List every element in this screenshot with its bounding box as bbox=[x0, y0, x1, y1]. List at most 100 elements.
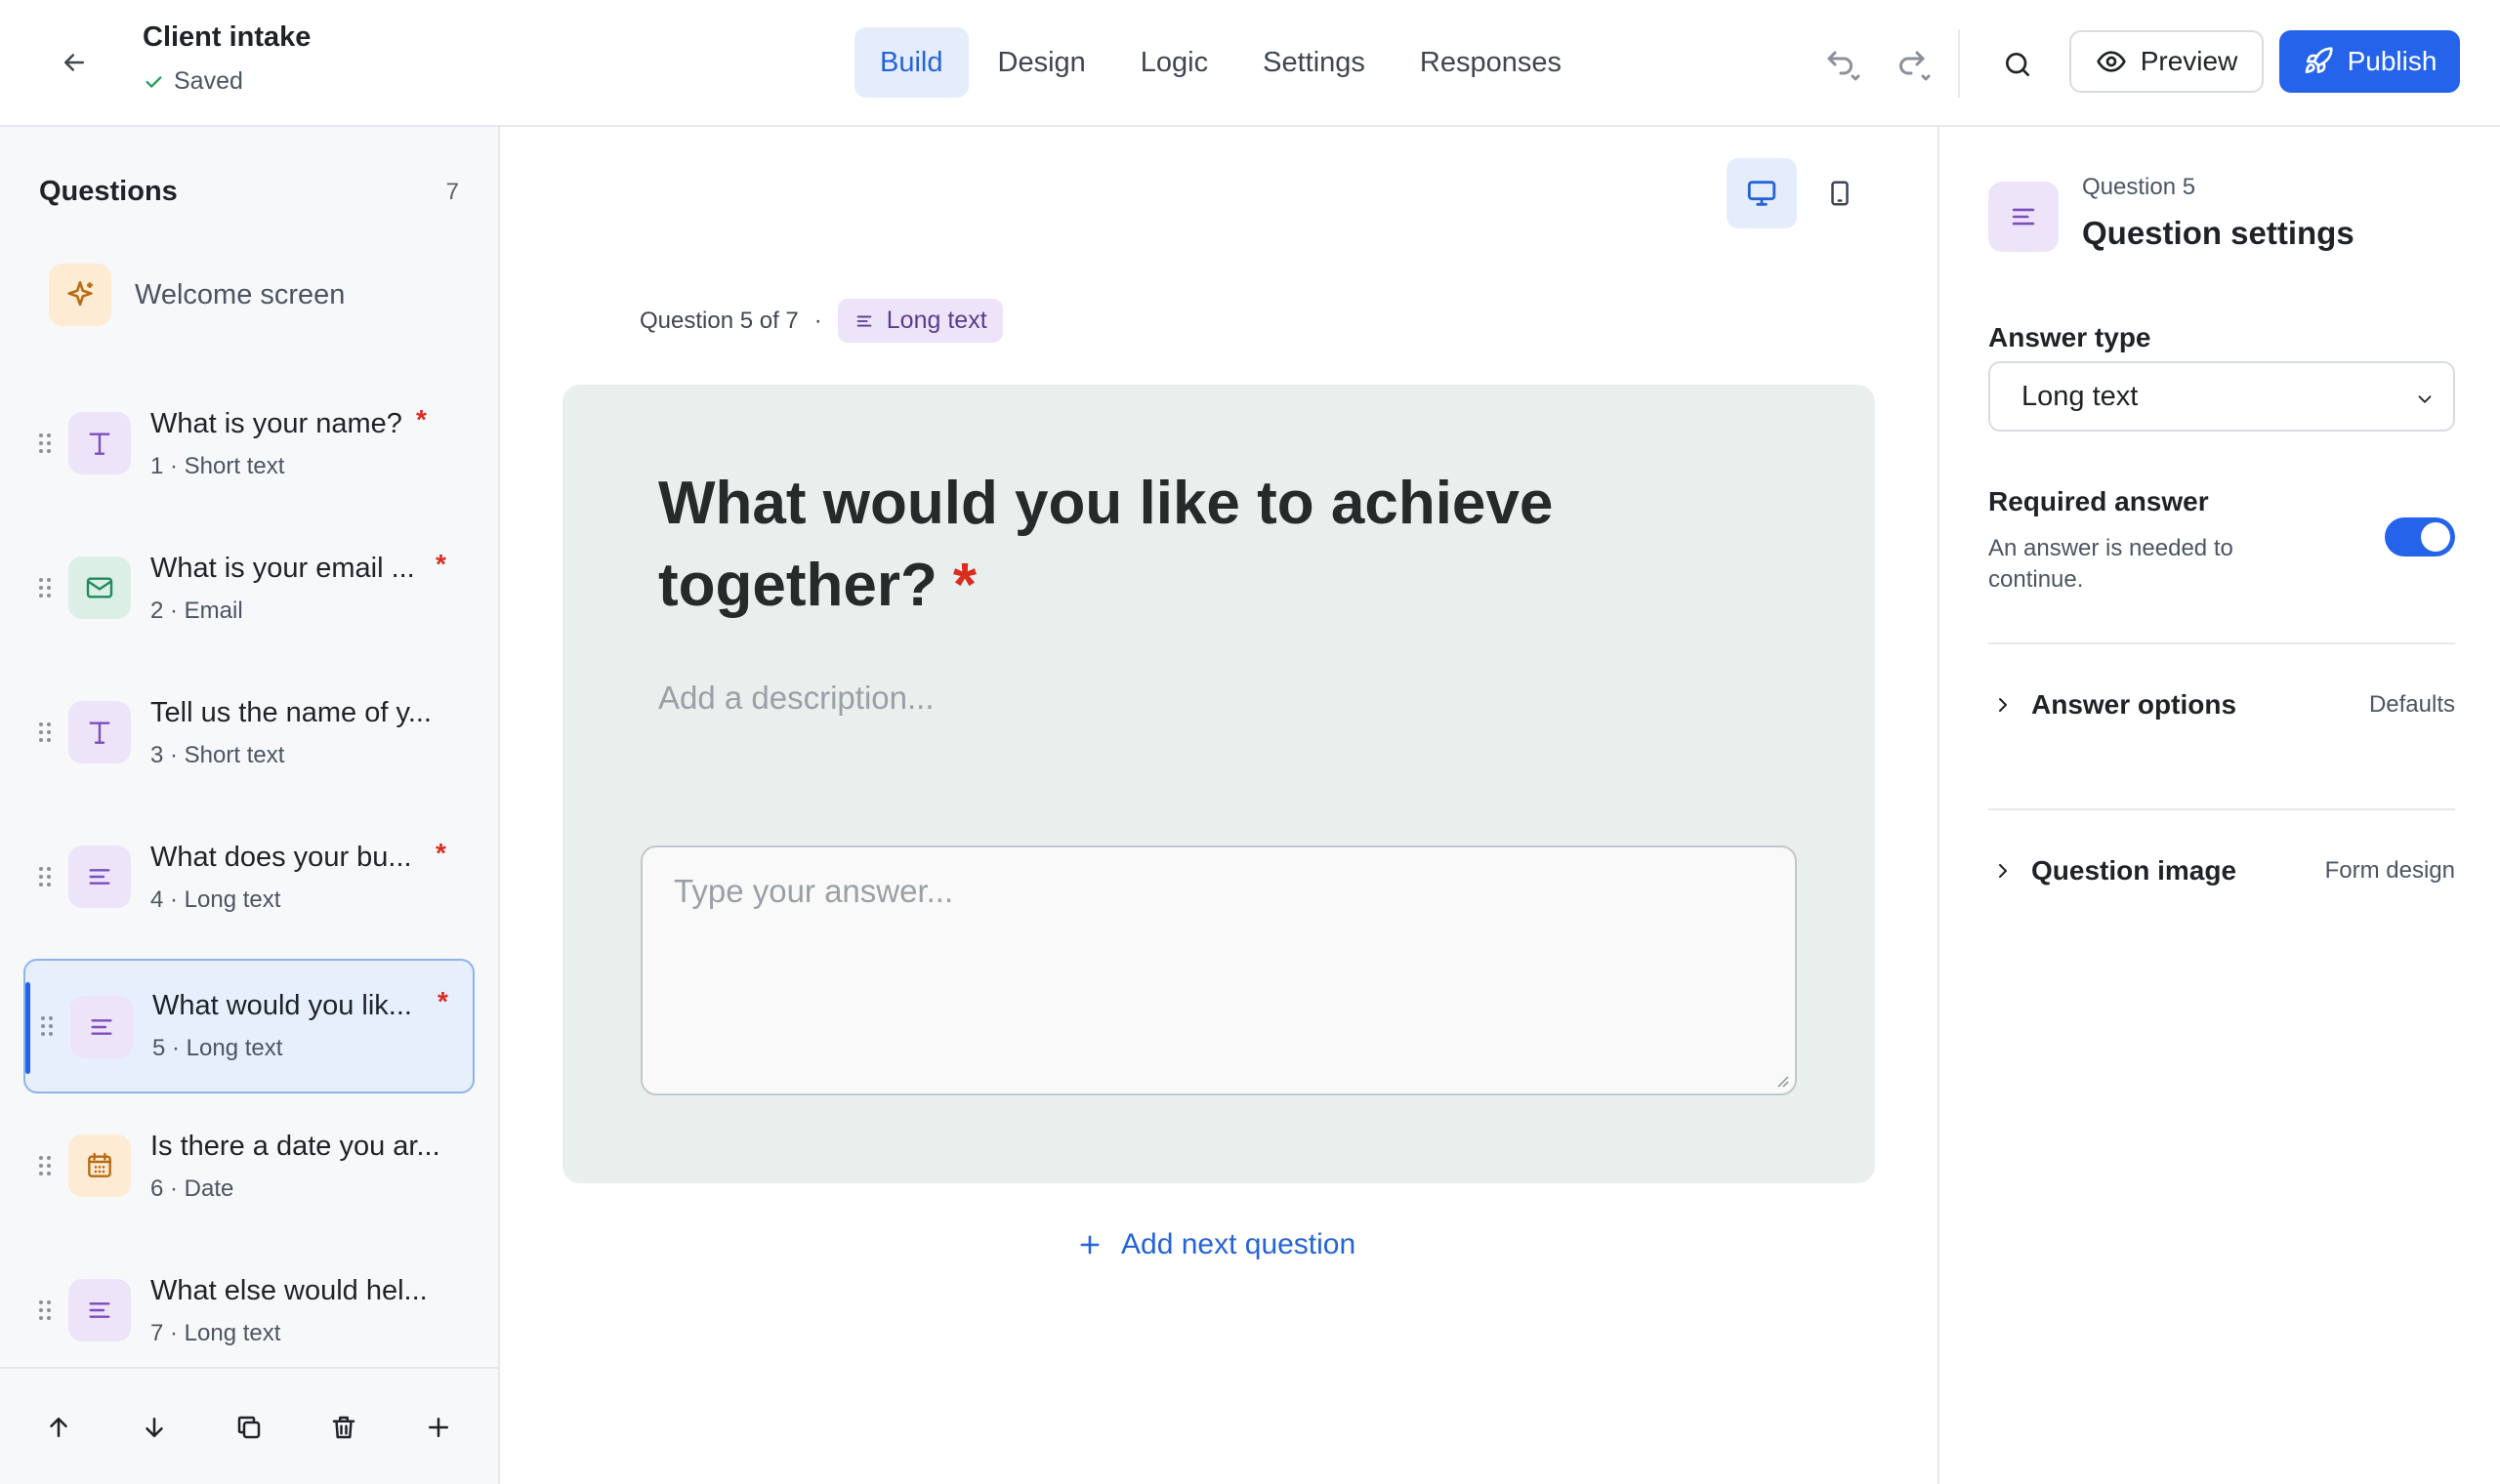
settings-title: Question settings bbox=[2082, 215, 2354, 251]
delete-button[interactable] bbox=[320, 1404, 367, 1451]
long-text-icon bbox=[1988, 182, 2059, 252]
mobile-view-button[interactable] bbox=[1805, 158, 1875, 228]
header-divider bbox=[1958, 29, 1960, 98]
question-item-5[interactable]: What would you lik... * 5 · Long text bbox=[23, 959, 475, 1093]
redo-icon bbox=[1899, 51, 1931, 81]
question-title: What is your name? bbox=[150, 408, 402, 439]
question-title: What would you lik... bbox=[152, 990, 412, 1021]
sparkle-icon bbox=[49, 264, 111, 326]
long-text-icon bbox=[856, 315, 872, 326]
drag-handle-icon[interactable] bbox=[37, 1298, 53, 1322]
long-text-icon bbox=[68, 845, 131, 908]
eye-icon bbox=[2096, 51, 2126, 72]
description-field[interactable]: Add a description... bbox=[658, 680, 935, 717]
question-title: What is your email ... bbox=[150, 553, 415, 584]
question-subtitle: 6 · Date bbox=[150, 1175, 234, 1202]
tab-build[interactable]: Build bbox=[854, 27, 969, 98]
preview-button[interactable]: Preview bbox=[2069, 30, 2264, 93]
back-button[interactable] bbox=[51, 43, 98, 82]
undo-button[interactable] bbox=[1818, 39, 1869, 90]
long-text-icon bbox=[68, 1279, 131, 1341]
chevron-right-icon bbox=[1999, 864, 2007, 878]
question-title: What does your bu... bbox=[150, 842, 412, 873]
smartphone-icon bbox=[1831, 181, 1849, 206]
question-subtitle: 5 · Long text bbox=[152, 1035, 283, 1061]
drag-handle-icon[interactable] bbox=[37, 1154, 53, 1177]
add-next-question-button[interactable]: Add next question bbox=[1076, 1228, 1355, 1261]
required-mark: * bbox=[416, 404, 427, 434]
sidebar-header: Questions 7 bbox=[39, 176, 459, 208]
required-answer-help: An answer is needed to continue. bbox=[1988, 535, 2233, 593]
move-up-button[interactable] bbox=[35, 1404, 82, 1451]
question-heading[interactable]: What would you like to achieve together?… bbox=[658, 463, 1635, 627]
arrow-down-icon bbox=[146, 1418, 163, 1437]
text-type-icon bbox=[68, 701, 131, 763]
top-bar: Client intake Saved Build Design Logic S… bbox=[0, 0, 2500, 127]
tab-responses[interactable]: Responses bbox=[1395, 27, 1587, 98]
tab-logic[interactable]: Logic bbox=[1115, 27, 1233, 98]
sidebar-toolbar bbox=[0, 1367, 498, 1484]
duplicate-button[interactable] bbox=[226, 1404, 272, 1451]
required-mark: * bbox=[436, 549, 446, 579]
publish-label: Publish bbox=[2347, 46, 2438, 76]
answer-type-select[interactable]: Long text bbox=[1988, 361, 2455, 432]
answer-placeholder: Type your answer... bbox=[674, 873, 954, 909]
welcome-label: Welcome screen bbox=[135, 278, 346, 310]
main-tabs: Build Design Logic Settings Responses bbox=[854, 27, 1587, 98]
question-item-4[interactable]: What does your bu... * 4 · Long text bbox=[23, 808, 475, 945]
move-down-button[interactable] bbox=[131, 1404, 178, 1451]
calendar-icon bbox=[68, 1134, 131, 1197]
arrow-up-icon bbox=[50, 1418, 67, 1437]
tab-settings[interactable]: Settings bbox=[1237, 27, 1391, 98]
question-settings-panel: Question 5 Question settings Answer type… bbox=[1938, 127, 2500, 1484]
question-item-7[interactable]: What else would hel... 7 · Long text bbox=[23, 1242, 475, 1379]
undo-icon bbox=[1827, 51, 1860, 81]
question-title: Tell us the name of y... bbox=[150, 697, 432, 728]
check-icon bbox=[146, 75, 162, 88]
question-image-value: Form design bbox=[2324, 857, 2455, 884]
add-question-button[interactable] bbox=[415, 1404, 462, 1451]
drag-handle-icon[interactable] bbox=[37, 865, 53, 888]
desktop-view-button[interactable] bbox=[1727, 158, 1797, 228]
publish-button[interactable]: Publish bbox=[2279, 30, 2460, 93]
required-mark: * bbox=[436, 838, 446, 868]
answer-textarea[interactable]: Type your answer... bbox=[641, 845, 1797, 1095]
welcome-screen-item[interactable]: Welcome screen bbox=[23, 248, 473, 342]
drag-handle-icon[interactable] bbox=[39, 1014, 55, 1038]
chevron-right-icon bbox=[1999, 698, 2007, 712]
preview-label: Preview bbox=[2140, 46, 2238, 76]
chevron-down-icon bbox=[2418, 395, 2432, 403]
trash-icon bbox=[332, 1416, 355, 1439]
resize-handle-icon[interactable] bbox=[1773, 1072, 1789, 1088]
answer-options-accordion[interactable]: Answer options Defaults bbox=[1988, 676, 2455, 734]
question-card: What would you like to achieve together?… bbox=[562, 385, 1875, 1183]
plus-icon bbox=[1080, 1235, 1100, 1255]
drag-handle-icon[interactable] bbox=[37, 432, 53, 455]
question-image-accordion[interactable]: Question image Form design bbox=[1988, 842, 2455, 900]
form-title-block: Client intake Saved bbox=[143, 21, 311, 96]
plus-icon bbox=[429, 1418, 448, 1437]
form-canvas: Question 5 of 7 · Long text What would y… bbox=[500, 127, 1938, 1484]
required-toggle[interactable] bbox=[2385, 517, 2455, 556]
question-image-label: Question image bbox=[2031, 855, 2237, 886]
required-mark: * bbox=[952, 552, 978, 619]
question-item-6[interactable]: Is there a date you ar... 6 · Date bbox=[23, 1097, 475, 1234]
search-button[interactable] bbox=[1992, 39, 2043, 90]
search-icon bbox=[2006, 53, 2029, 76]
mail-icon bbox=[68, 556, 131, 619]
monitor-icon bbox=[1747, 181, 1776, 206]
question-subtitle: 1 · Short text bbox=[150, 453, 285, 479]
question-title: What else would hel... bbox=[150, 1275, 428, 1306]
redo-button[interactable] bbox=[1889, 39, 1939, 90]
form-title[interactable]: Client intake bbox=[143, 21, 311, 54]
drag-handle-icon[interactable] bbox=[37, 721, 53, 744]
question-item-2[interactable]: What is your email ... * 2 · Email bbox=[23, 519, 475, 656]
required-answer-title: Required answer bbox=[1988, 486, 2209, 516]
question-position: Question 5 of 7 bbox=[640, 307, 799, 334]
saved-label: Saved bbox=[174, 67, 243, 95]
question-subtitle: 2 · Email bbox=[150, 598, 243, 624]
drag-handle-icon[interactable] bbox=[37, 576, 53, 599]
question-item-3[interactable]: Tell us the name of y... 3 · Short text bbox=[23, 664, 475, 801]
question-item-1[interactable]: What is your name? * 1 · Short text bbox=[23, 375, 475, 512]
tab-design[interactable]: Design bbox=[973, 27, 1111, 98]
